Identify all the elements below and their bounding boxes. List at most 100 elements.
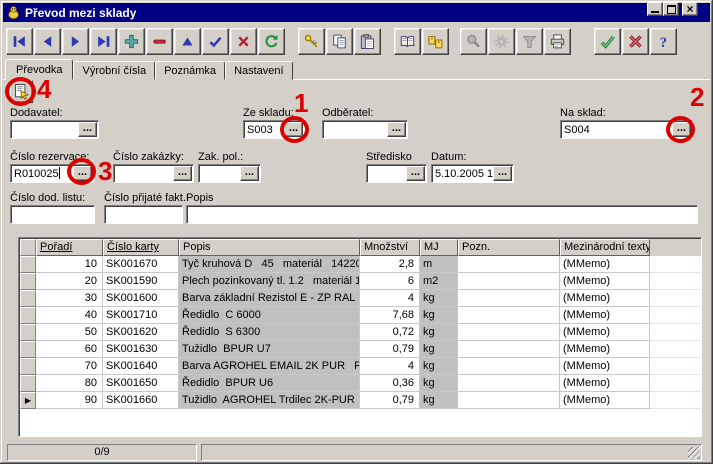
cislo-zakazky-input[interactable]: ... [113, 164, 194, 183]
column-header-mezinarodni-texty[interactable]: Mezinárodní texty [560, 239, 650, 256]
resize-grip[interactable] [688, 447, 700, 459]
odberatel-browse-button[interactable]: ... [387, 122, 406, 137]
cell-mj[interactable]: kg [420, 307, 458, 324]
cell-cislo-karty[interactable]: SK001600 [103, 290, 179, 307]
cell-mezinarodni-texty[interactable]: (MMemo) [560, 375, 650, 392]
toolbar-delete-record-button[interactable] [146, 28, 173, 55]
cell-mnozstvi[interactable]: 7,68 [360, 307, 420, 324]
cell-mnozstvi[interactable]: 0,79 [360, 341, 420, 358]
cell-popis[interactable]: Tužidlo AGROHEL Trdilec 2K-PUR [179, 392, 360, 409]
datum-browse-button[interactable]: ... [493, 166, 512, 181]
minimize-button[interactable] [647, 2, 663, 16]
cell-mj[interactable]: kg [420, 392, 458, 409]
toolbar-first-record-button[interactable] [6, 28, 33, 55]
column-header-cislo-karty[interactable]: Číslo karty [103, 239, 179, 256]
na-sklad-browse-button[interactable]: ... [672, 122, 691, 137]
cell-poradi[interactable]: 90 [36, 392, 103, 409]
dodavatel-input[interactable]: ... [10, 120, 99, 139]
cell-cislo-karty[interactable]: SK001710 [103, 307, 179, 324]
column-header-mj[interactable]: MJ [420, 239, 458, 256]
column-header-popis[interactable]: Popis [179, 239, 360, 256]
popis-input[interactable] [186, 205, 698, 224]
toolbar-insert-record-button[interactable] [118, 28, 145, 55]
cell-pozn[interactable] [458, 307, 560, 324]
toolbar-catalog-button[interactable] [394, 28, 421, 55]
cell-popis[interactable]: Plech pozinkovaný tl. 1.2 materiál 10004… [179, 273, 360, 290]
toolbar-confirm-button[interactable] [594, 28, 621, 55]
cell-mezinarodni-texty[interactable]: (MMemo) [560, 256, 650, 273]
close-button[interactable]: × [682, 2, 698, 16]
cell-popis[interactable]: Barva AGROHEL EMAIL 2K PUR RAL 5017 [179, 358, 360, 375]
cell-popis[interactable]: Ředidlo S 6300 [179, 324, 360, 341]
na-sklad-input[interactable]: S004 ... [560, 120, 693, 139]
cell-mj[interactable]: kg [420, 290, 458, 307]
toolbar-refresh-button[interactable] [258, 28, 285, 55]
cell-pozn[interactable] [458, 341, 560, 358]
cell-poradi[interactable]: 30 [36, 290, 103, 307]
stredisko-input[interactable]: ... [366, 164, 427, 183]
cell-popis[interactable]: Ředidlo C 6000 [179, 307, 360, 324]
toolbar-key-button[interactable] [298, 28, 325, 55]
cislo-rezervace-input[interactable]: R010025 ... [10, 164, 94, 183]
cell-pozn[interactable] [458, 290, 560, 307]
tab-poznamka[interactable]: Poznámka [155, 61, 225, 80]
cislo-dod-listu-input[interactable] [10, 205, 95, 224]
toolbar-help-button[interactable]: ? [650, 28, 677, 55]
cell-mezinarodni-texty[interactable]: (MMemo) [560, 341, 650, 358]
cell-pozn[interactable] [458, 256, 560, 273]
cell-cislo-karty[interactable]: SK001670 [103, 256, 179, 273]
cell-mj[interactable]: m2 [420, 273, 458, 290]
cell-poradi[interactable]: 80 [36, 375, 103, 392]
cell-pozn[interactable] [458, 273, 560, 290]
cell-popis[interactable]: Tyč kruhová D 45 materiál 14220 ČSN 4 [179, 256, 360, 273]
cell-mnozstvi[interactable]: 0,72 [360, 324, 420, 341]
cell-poradi[interactable]: 60 [36, 341, 103, 358]
cell-poradi[interactable]: 70 [36, 358, 103, 375]
cell-poradi[interactable]: 40 [36, 307, 103, 324]
open-form-button[interactable] [10, 80, 33, 103]
toolbar-next-record-button[interactable] [62, 28, 89, 55]
cell-mezinarodni-texty[interactable]: (MMemo) [560, 324, 650, 341]
column-header-mnozstvi[interactable]: Množství [360, 239, 420, 256]
cell-poradi[interactable]: 50 [36, 324, 103, 341]
zak-pol-browse-button[interactable]: ... [240, 166, 259, 181]
column-header-poradi[interactable]: Pořadí [36, 239, 103, 256]
toolbar-print-button[interactable] [544, 28, 571, 55]
cell-mezinarodni-texty[interactable]: (MMemo) [560, 307, 650, 324]
toolbar-close-button[interactable] [622, 28, 649, 55]
cell-mnozstvi[interactable]: 4 [360, 290, 420, 307]
cislo-rezervace-browse-button[interactable]: ... [73, 166, 92, 181]
cell-pozn[interactable] [458, 392, 560, 409]
cell-popis[interactable]: Tužidlo BPUR U7 [179, 341, 360, 358]
cell-mnozstvi[interactable]: 2,8 [360, 256, 420, 273]
cell-pozn[interactable] [458, 375, 560, 392]
tab-prevodka[interactable]: Převodka [5, 59, 73, 80]
cell-cislo-karty[interactable]: SK001630 [103, 341, 179, 358]
title-bar[interactable]: Převod mezi sklady [3, 3, 710, 22]
toolbar-edit-record-button[interactable] [174, 28, 201, 55]
tab-vyrobni-cisla[interactable]: Výrobní čísla [73, 61, 155, 80]
stredisko-browse-button[interactable]: ... [406, 166, 425, 181]
toolbar-cancel-edit-button[interactable] [230, 28, 257, 55]
cell-mnozstvi[interactable]: 4 [360, 358, 420, 375]
toolbar-prior-record-button[interactable] [34, 28, 61, 55]
toolbar-last-record-button[interactable] [90, 28, 117, 55]
cell-poradi[interactable]: 10 [36, 256, 103, 273]
cell-cislo-karty[interactable]: SK001620 [103, 324, 179, 341]
odberatel-input[interactable]: ... [322, 120, 408, 139]
cell-mj[interactable]: kg [420, 375, 458, 392]
cell-cislo-karty[interactable]: SK001660 [103, 392, 179, 409]
cell-popis[interactable]: Barva základní Rezistol E - ZP RAL 7032 [179, 290, 360, 307]
toolbar-paste-button[interactable] [354, 28, 381, 55]
maximize-button[interactable] [663, 2, 679, 16]
toolbar-copy-button[interactable] [326, 28, 353, 55]
cell-mj[interactable]: kg [420, 324, 458, 341]
cell-mezinarodni-texty[interactable]: (MMemo) [560, 290, 650, 307]
cell-mnozstvi[interactable]: 0,36 [360, 375, 420, 392]
cell-mj[interactable]: kg [420, 358, 458, 375]
cell-mj[interactable]: kg [420, 341, 458, 358]
cell-mezinarodni-texty[interactable]: (MMemo) [560, 392, 650, 409]
cell-pozn[interactable] [458, 358, 560, 375]
toolbar-labels-button[interactable] [422, 28, 449, 55]
ze-skladu-input[interactable]: S003 ... [243, 120, 305, 139]
